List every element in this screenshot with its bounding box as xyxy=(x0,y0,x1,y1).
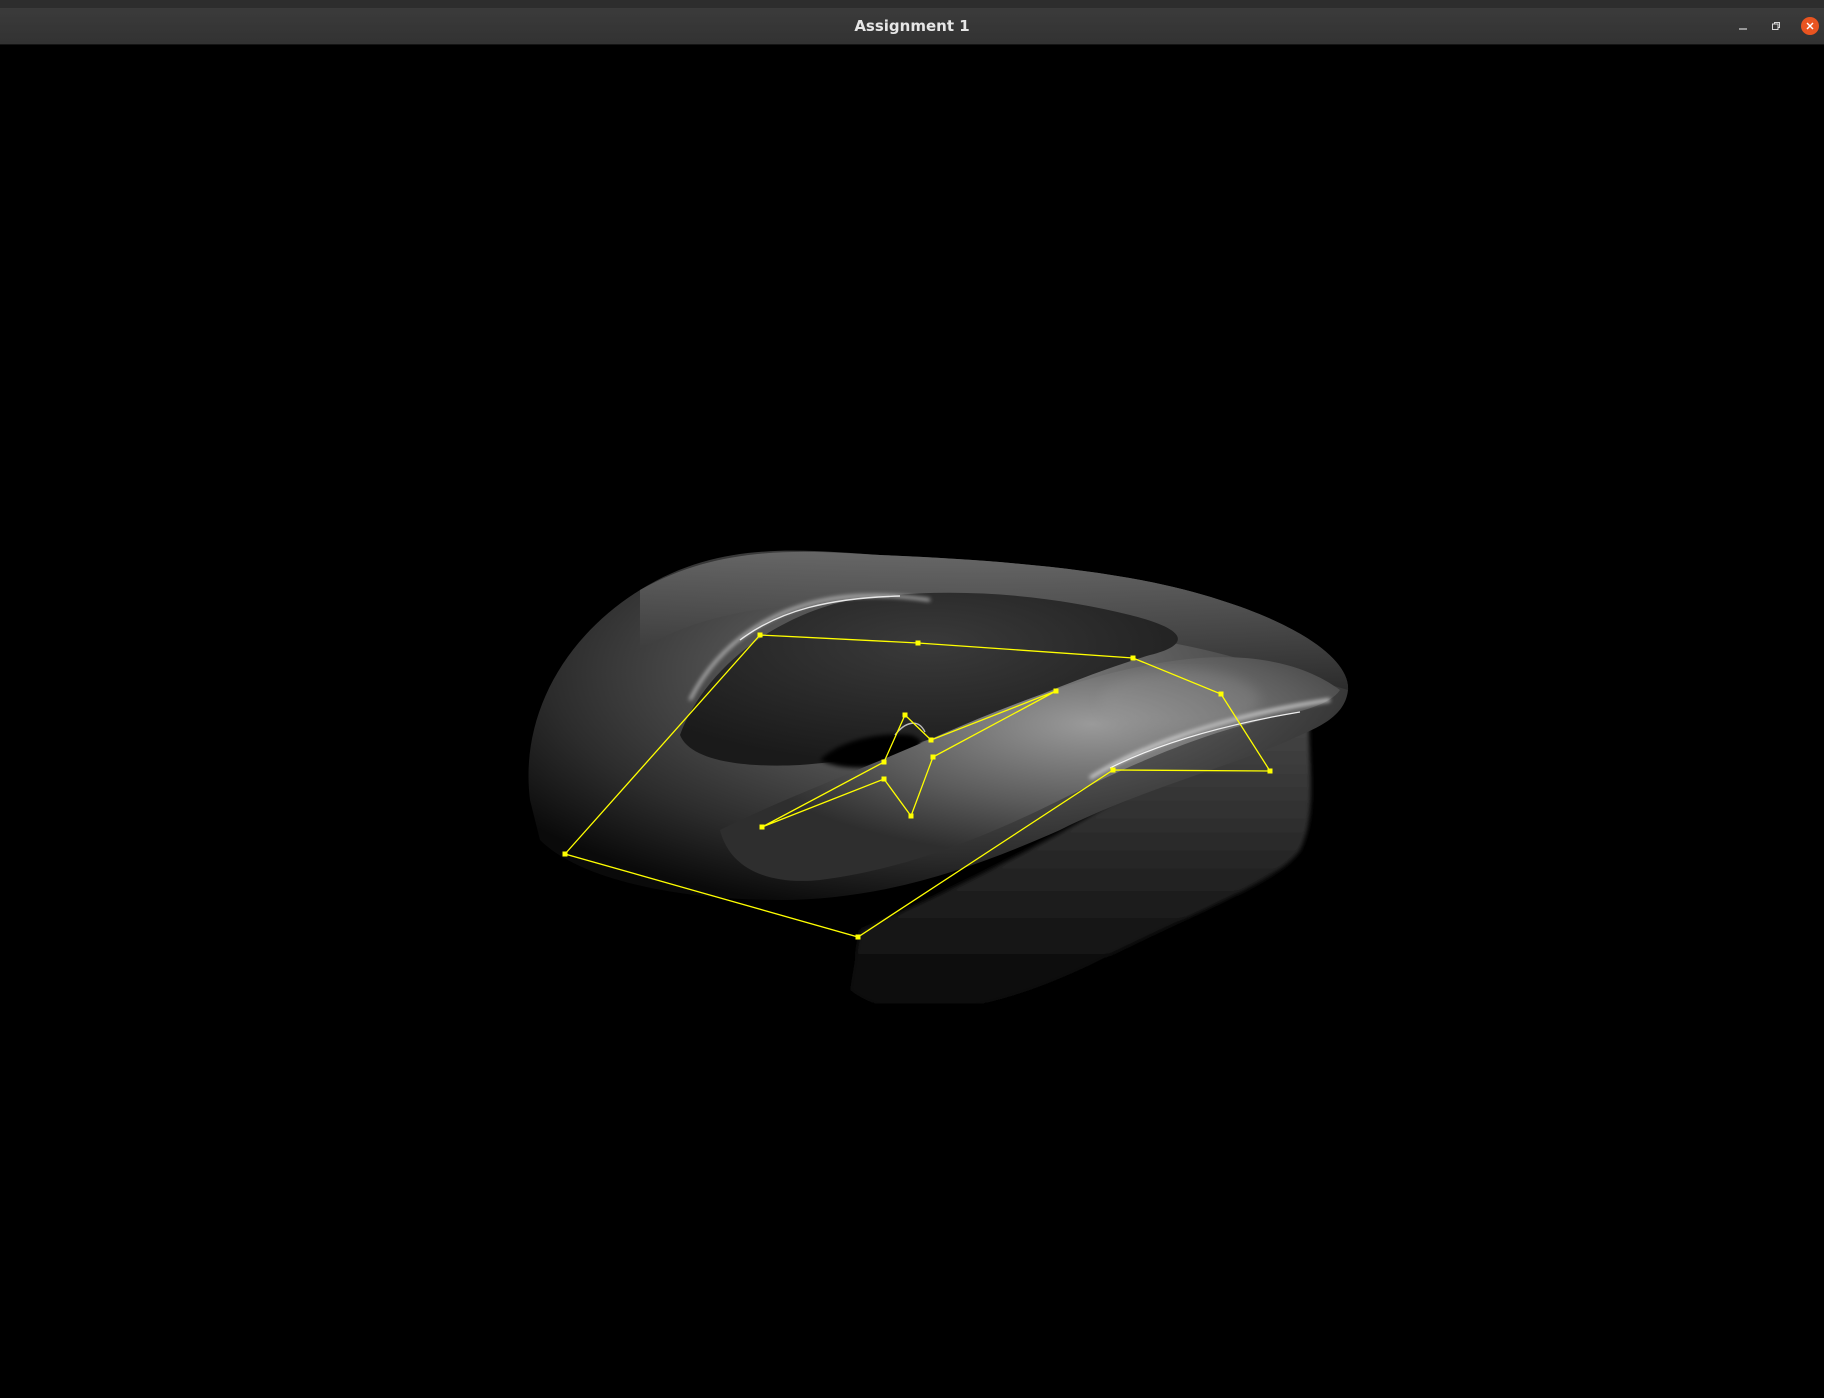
minimize-icon xyxy=(1739,28,1747,30)
control-point[interactable] xyxy=(928,737,934,743)
control-point[interactable] xyxy=(902,712,908,718)
control-point[interactable] xyxy=(908,813,914,819)
control-point[interactable] xyxy=(1053,688,1059,694)
control-point[interactable] xyxy=(1218,691,1224,697)
minimize-button[interactable] xyxy=(1734,17,1752,35)
control-point[interactable] xyxy=(915,640,921,646)
control-point[interactable] xyxy=(881,776,887,782)
opengl-viewport[interactable] xyxy=(0,45,1824,1398)
control-point[interactable] xyxy=(562,851,568,857)
restore-icon xyxy=(1772,22,1780,30)
close-icon xyxy=(1806,22,1814,30)
restore-button[interactable] xyxy=(1767,17,1785,35)
control-point[interactable] xyxy=(1110,767,1116,773)
control-point[interactable] xyxy=(855,934,861,940)
control-point[interactable] xyxy=(759,824,765,830)
close-button[interactable] xyxy=(1801,17,1819,35)
control-point[interactable] xyxy=(881,759,887,765)
control-point[interactable] xyxy=(1130,655,1136,661)
control-point[interactable] xyxy=(930,754,936,760)
control-point[interactable] xyxy=(1267,768,1273,774)
surface-ambient-glow xyxy=(1100,670,1260,730)
window-titlebar[interactable]: Assignment 1 xyxy=(0,8,1824,45)
control-point[interactable] xyxy=(757,632,763,638)
render-canvas[interactable] xyxy=(0,45,1824,1398)
window-title: Assignment 1 xyxy=(854,17,970,35)
